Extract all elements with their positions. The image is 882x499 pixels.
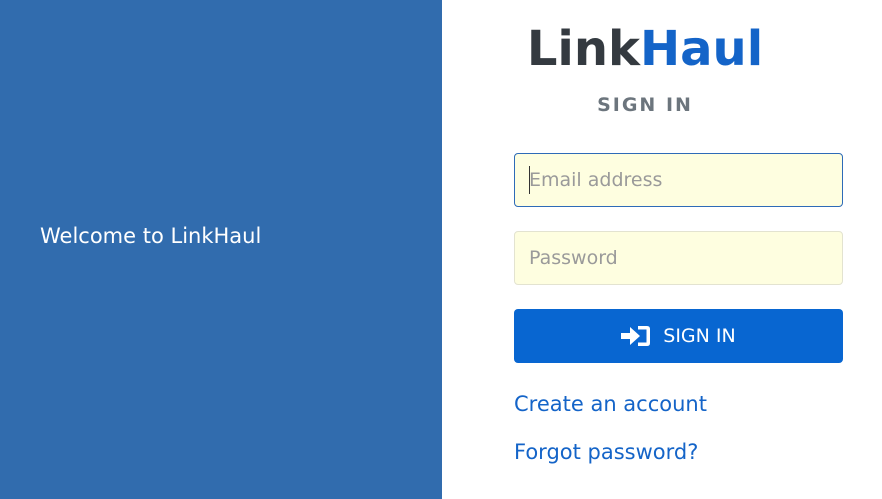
sign-in-button-label: SIGN IN [663, 325, 736, 347]
logo-text-link: Link [526, 21, 640, 77]
app-logo: LinkHaul [408, 18, 882, 80]
create-account-link[interactable]: Create an account [514, 392, 707, 416]
welcome-text: Welcome to LinkHaul [40, 224, 262, 248]
email-input[interactable] [514, 153, 843, 207]
text-caret [529, 166, 530, 194]
logo-text-haul: Haul [639, 21, 764, 77]
sign-in-icon [621, 324, 651, 348]
sign-in-button[interactable]: SIGN IN [514, 309, 843, 363]
welcome-panel: Welcome to LinkHaul [0, 0, 442, 499]
forgot-password-link[interactable]: Forgot password? [514, 440, 698, 464]
login-page: Welcome to LinkHaul LinkHaul SIGN IN SIG… [0, 0, 882, 499]
sign-in-panel: LinkHaul SIGN IN SIGN IN Create an accou… [442, 0, 882, 499]
password-input[interactable] [514, 231, 843, 285]
sign-in-heading: SIGN IN [597, 94, 693, 116]
